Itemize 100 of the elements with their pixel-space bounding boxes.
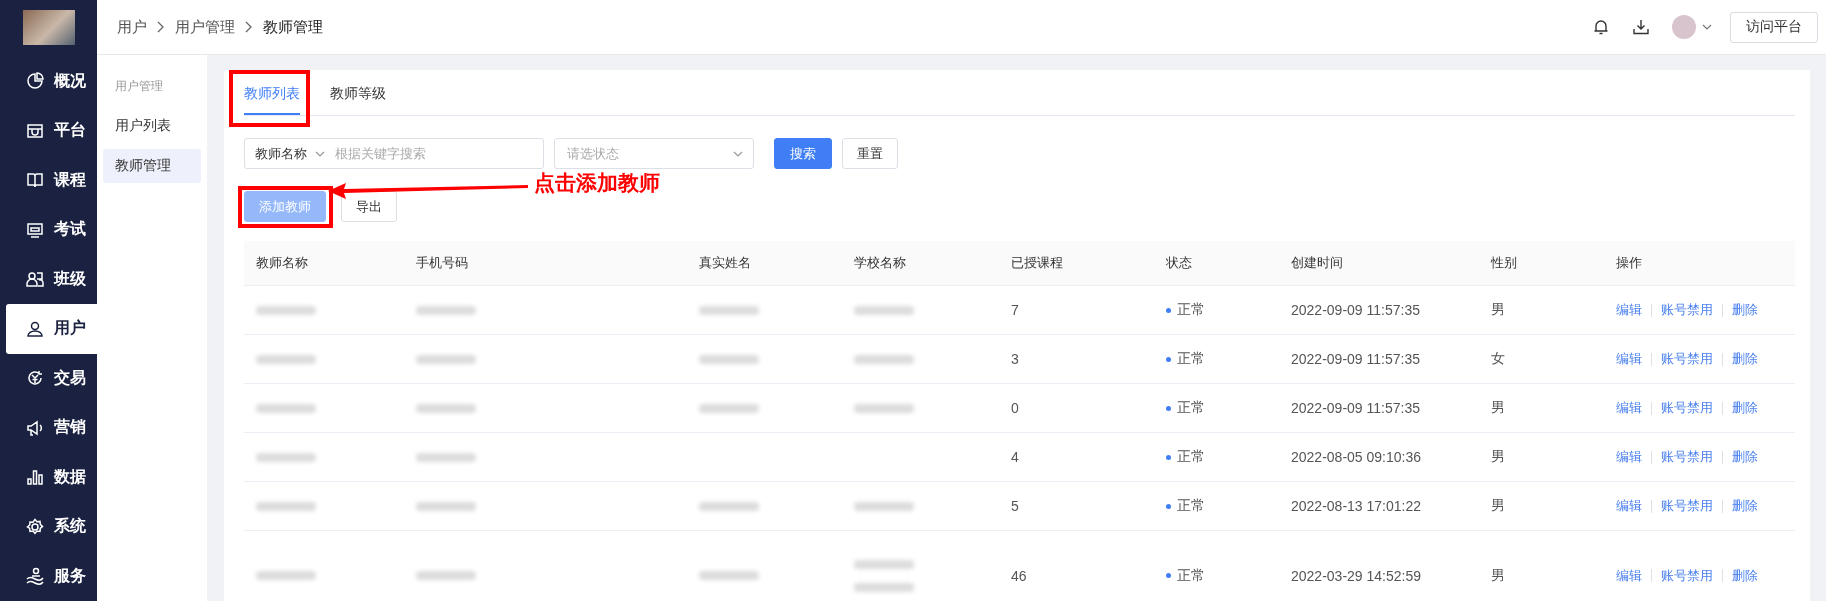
sidebar-item[interactable]: 数据 (6, 452, 97, 502)
table-cell: 3 (1011, 351, 1019, 367)
column-header: 学校名称 (853, 254, 907, 272)
menu-item-icon (26, 418, 44, 437)
column-header: 状态 (1165, 254, 1193, 272)
sidebar-item[interactable]: 营销 (6, 403, 97, 453)
breadcrumb-link[interactable]: 教师管理 (263, 17, 323, 37)
sidebar-item[interactable]: 交易 (6, 353, 97, 403)
column-header: 手机号码 (415, 254, 469, 272)
table-cell: 男 (1491, 497, 1505, 515)
table-cell: 7 (1011, 302, 1019, 318)
action-link[interactable]: 删除 (1732, 448, 1758, 466)
logo-photo-placeholder (22, 10, 75, 45)
chevron-right-icon (245, 21, 253, 33)
visit-platform-button[interactable]: 访问平台 (1730, 11, 1818, 43)
action-link[interactable]: 编辑 (1616, 497, 1642, 515)
caret-icon[interactable] (1702, 24, 1712, 30)
table-cell: 2022-08-13 17:01:22 (1291, 498, 1421, 514)
action-link[interactable]: 账号禁用 (1661, 350, 1713, 368)
caret-icon (733, 150, 743, 157)
sidebar-item[interactable]: 用户 (6, 304, 97, 354)
reset-button[interactable]: 重置 (842, 138, 898, 169)
action-link[interactable]: 账号禁用 (1661, 399, 1713, 417)
table-cell: 男 (1491, 566, 1505, 585)
keyword-search-field[interactable]: 教师名称 根据关键字搜索 (244, 138, 544, 169)
action-link[interactable]: 账号禁用 (1661, 448, 1713, 466)
table-cell: 4 (1011, 449, 1019, 465)
sidebar-item[interactable]: 课程 (6, 155, 97, 205)
action-link[interactable]: 删除 (1732, 566, 1758, 585)
action-link[interactable]: 账号禁用 (1661, 497, 1713, 515)
action-link[interactable]: 编辑 (1616, 350, 1642, 368)
table-cell: 男 (1491, 448, 1505, 466)
action-link[interactable]: 账号禁用 (1661, 566, 1713, 585)
column-header: 教师名称 (255, 254, 309, 272)
keyword-input[interactable]: 根据关键字搜索 (333, 145, 533, 162)
submenu-title: 用户管理 (114, 78, 164, 95)
download-icon[interactable] (1632, 18, 1650, 36)
menu-item-icon (26, 567, 44, 586)
table-cell: 0 (1011, 400, 1019, 416)
table-cell: 2022-03-29 14:52:59 (1291, 567, 1421, 584)
table-cell: 2022-08-05 09:10:36 (1291, 449, 1421, 465)
column-header: 真实姓名 (698, 254, 752, 272)
column-header: 性别 (1490, 254, 1518, 272)
sidebar-item[interactable]: 概况 (6, 56, 97, 106)
status-text: 正常 (1177, 399, 1205, 417)
status-text: 正常 (1177, 448, 1205, 466)
sidebar-item[interactable]: 服务 (6, 551, 97, 601)
status-text: 正常 (1177, 497, 1205, 515)
sidebar-item[interactable]: 平台 (6, 106, 97, 156)
menu-item-icon (26, 270, 44, 289)
caret-icon (315, 150, 325, 157)
action-link[interactable]: 删除 (1732, 399, 1758, 417)
column-header: 创建时间 (1290, 254, 1344, 272)
sidebar-item[interactable]: 班级 (6, 254, 97, 304)
menu-item-icon (26, 121, 44, 140)
status-dot (1166, 573, 1171, 578)
status-text: 正常 (1177, 566, 1205, 585)
column-header: 操作 (1615, 254, 1643, 272)
callout-text: 点击添加教师 (534, 170, 660, 197)
menu-item-icon (26, 171, 44, 190)
column-header: 已授课程 (1010, 254, 1064, 272)
export-button[interactable]: 导出 (341, 191, 397, 222)
action-link[interactable]: 账号禁用 (1661, 301, 1713, 319)
search-button[interactable]: 搜索 (774, 138, 832, 169)
table-cell: 男 (1491, 399, 1505, 417)
submenu-item[interactable]: 教师管理 (103, 149, 201, 183)
action-link[interactable]: 编辑 (1616, 566, 1642, 585)
status-select[interactable]: 请选状态 (554, 138, 754, 169)
breadcrumb-link[interactable]: 用户管理 (175, 17, 235, 37)
action-link[interactable]: 删除 (1732, 497, 1758, 515)
table-cell: 女 (1491, 350, 1505, 368)
status-dot (1166, 356, 1171, 362)
action-link[interactable]: 编辑 (1616, 301, 1642, 319)
action-link[interactable]: 删除 (1732, 350, 1758, 368)
submenu-item[interactable]: 用户列表 (103, 109, 201, 143)
action-link[interactable]: 删除 (1732, 301, 1758, 319)
menu-item-icon (26, 468, 44, 487)
status-dot (1166, 307, 1171, 313)
menu-item-icon (26, 369, 44, 388)
tab[interactable]: 教师列表 (244, 85, 300, 115)
breadcrumb-link[interactable]: 用户 (117, 17, 147, 37)
menu-item-icon (26, 72, 44, 91)
status-dot (1166, 454, 1171, 460)
bell-icon[interactable] (1592, 18, 1610, 36)
menu-item-icon (26, 517, 44, 536)
sidebar-item[interactable]: 系统 (6, 502, 97, 552)
table-cell: 46 (1011, 567, 1027, 584)
status-dot (1166, 503, 1171, 509)
table-cell: 5 (1011, 498, 1019, 514)
status-text: 正常 (1177, 301, 1205, 319)
status-text: 正常 (1177, 350, 1205, 368)
table-cell: 2022-09-09 11:57:35 (1291, 400, 1420, 416)
status-input[interactable]: 请选状态 (565, 145, 733, 162)
action-link[interactable]: 编辑 (1616, 399, 1642, 417)
tab[interactable]: 教师等级 (330, 85, 386, 115)
action-link[interactable]: 编辑 (1616, 448, 1642, 466)
chevron-right-icon (157, 21, 165, 33)
sidebar-item[interactable]: 考试 (6, 205, 97, 255)
status-dot (1166, 405, 1171, 411)
menu-item-icon (26, 220, 44, 239)
